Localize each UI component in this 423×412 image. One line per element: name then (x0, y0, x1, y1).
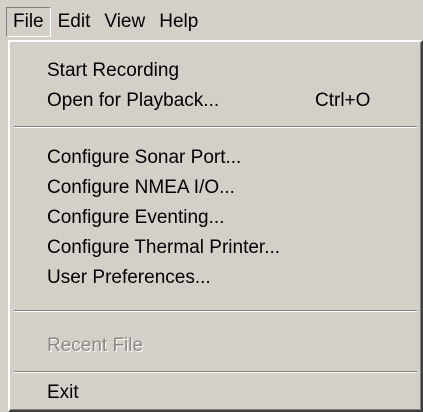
file-dropdown-menu: Start Recording Open for Playback... Ctr… (8, 40, 423, 412)
menu-item-label: Recent File (47, 335, 144, 356)
application-window: File Edit View Help Start Recording Open… (0, 0, 423, 412)
menu-item-configure-sonar-port[interactable]: Configure Sonar Port... (10, 143, 421, 173)
menu-view-label: View (104, 11, 146, 32)
menu-item-label: User Preferences... (47, 267, 211, 288)
menu-item-user-preferences[interactable]: User Preferences... (10, 263, 421, 293)
menu-item-label: Configure Eventing... (47, 207, 225, 228)
menu-item-configure-nmea-io[interactable]: Configure NMEA I/O... (10, 173, 421, 203)
menu-help[interactable]: Help (152, 7, 205, 37)
menu-separator (14, 371, 417, 373)
menu-view[interactable]: View (97, 7, 152, 37)
menu-item-shortcut: Ctrl+O (315, 90, 371, 111)
menu-bar: File Edit View Help (6, 6, 205, 38)
menu-separator (14, 310, 417, 312)
menu-item-label: Exit (47, 382, 79, 403)
menu-item-exit[interactable]: Exit (10, 378, 421, 408)
menu-item-start-recording[interactable]: Start Recording (10, 56, 421, 86)
menu-item-label: Open for Playback... (47, 90, 220, 111)
menu-item-open-for-playback[interactable]: Open for Playback... Ctrl+O (10, 86, 421, 116)
menu-file-label: File (13, 11, 44, 32)
menu-item-label: Configure NMEA I/O... (47, 177, 235, 198)
menu-file[interactable]: File (6, 7, 51, 37)
menu-item-label: Configure Sonar Port... (47, 147, 242, 168)
menu-edit-label: Edit (57, 11, 91, 32)
menu-help-label: Help (159, 11, 199, 32)
menu-item-configure-thermal-printer[interactable]: Configure Thermal Printer... (10, 233, 421, 263)
menu-item-recent-file: Recent File (10, 331, 421, 361)
menu-edit[interactable]: Edit (51, 7, 98, 37)
menu-separator (14, 126, 417, 128)
menu-item-label: Configure Thermal Printer... (47, 237, 281, 258)
menu-item-label: Start Recording (47, 60, 180, 81)
menu-item-configure-eventing[interactable]: Configure Eventing... (10, 203, 421, 233)
